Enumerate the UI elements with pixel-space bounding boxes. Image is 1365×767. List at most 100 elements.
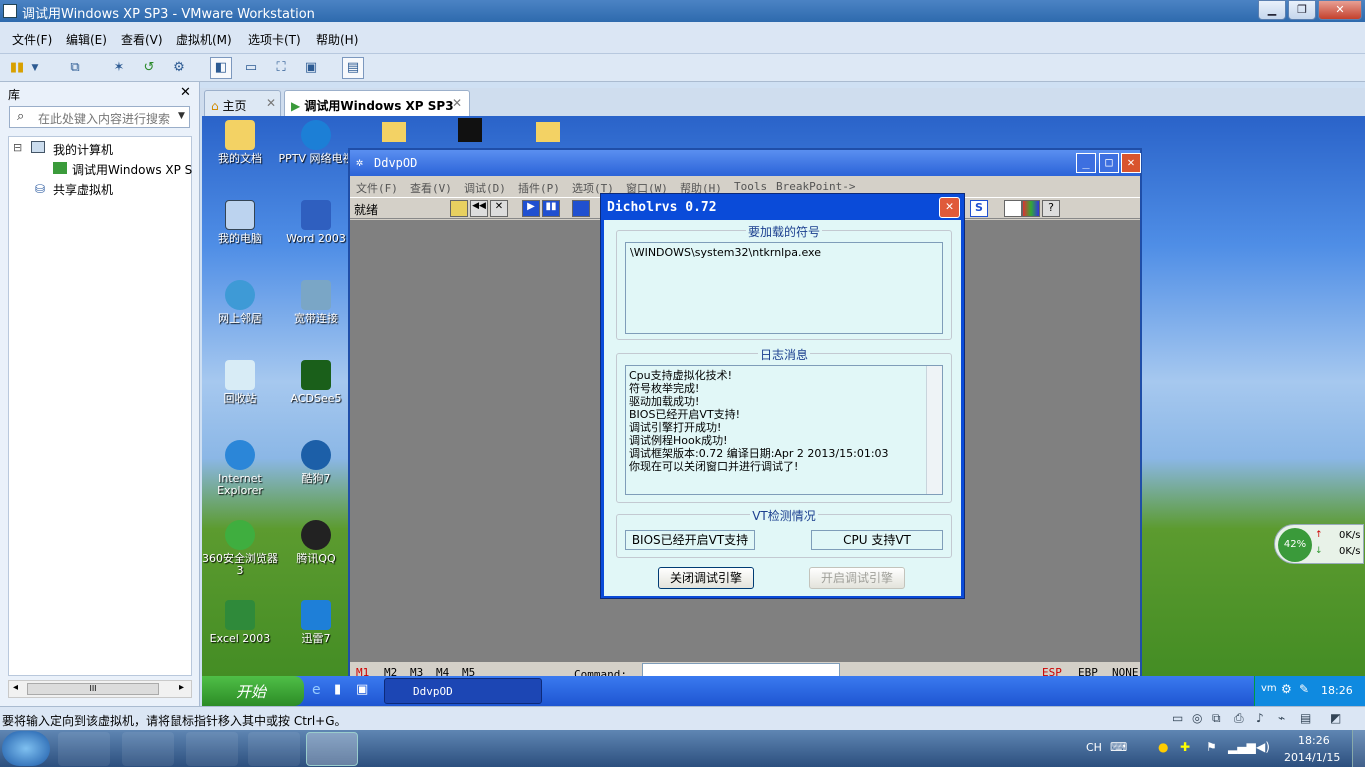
close-engine-button[interactable]: 关闭调试引擎 (658, 567, 754, 589)
menu-view[interactable]: 查看(V) (121, 31, 163, 48)
network-signal-icon[interactable]: ▂▄▆ (1228, 740, 1256, 754)
tray-icon[interactable]: ⚙ (1281, 682, 1292, 696)
folder-icon[interactable] (382, 122, 406, 142)
tab-vm[interactable]: ▶ 调试用Windows XP SP3 ✕ (284, 90, 470, 116)
desktop-icon-my-documents[interactable]: 我的文档 (202, 120, 278, 165)
scroll-left-icon[interactable]: ◂ (13, 682, 18, 693)
debugger-maximize-button[interactable]: □ (1099, 153, 1119, 173)
printer-icon[interactable]: ⎙ (1234, 711, 1244, 726)
taskbar-app-360[interactable] (58, 732, 110, 766)
tab-home[interactable]: ⌂ 主页 ✕ (204, 90, 281, 116)
host-clock-date[interactable]: 2014/1/15 (1284, 751, 1340, 764)
taskbar-app-notepad[interactable] (122, 732, 174, 766)
open-file-icon[interactable] (450, 200, 468, 217)
message-icon[interactable]: ▤ (1300, 711, 1311, 725)
symbols-list[interactable]: \WINDOWS\system32\ntkrnlpa.exe (625, 242, 943, 334)
language-indicator[interactable]: CH (1086, 741, 1102, 754)
desktop-icon-network[interactable]: 网上邻居 (202, 280, 278, 325)
app-shortcut-icon[interactable] (458, 118, 482, 142)
library-search-input[interactable]: ⌕ 在此处键入内容进行搜索 ▼ (9, 106, 190, 128)
tree-vm-item[interactable]: 调试用Windows XP S (72, 161, 192, 178)
colors-icon[interactable] (1022, 200, 1040, 217)
maximize-button[interactable]: ❐ (1288, 0, 1316, 20)
keyboard-icon[interactable]: ⌨ (1110, 740, 1127, 754)
pause-icon[interactable]: ▮▮ (6, 57, 28, 79)
taskbar-app-explorer[interactable] (186, 732, 238, 766)
unity-icon[interactable]: ▣ (300, 57, 322, 79)
vm-console[interactable]: 我的文档 PPTV 网络电视 我的电脑 Word 2003 网上邻居 宽带连接 … (202, 116, 1365, 706)
dialog-close-button[interactable]: ✕ (939, 197, 960, 218)
tray-icon[interactable]: ✎ (1299, 682, 1309, 696)
resize-icon[interactable]: ◩ (1330, 711, 1341, 725)
debugger-menu-breakpoint[interactable]: BreakPoint-> (776, 180, 855, 193)
tree-collapse-icon[interactable]: ⊟ (13, 141, 22, 154)
quicklaunch-icon[interactable]: ▮ (334, 682, 341, 697)
desktop-icon-excel[interactable]: Excel 2003 (202, 600, 278, 645)
open-engine-button[interactable]: 开启调试引擎 (809, 567, 905, 589)
volume-icon[interactable]: ◀) (1256, 740, 1270, 754)
cd-icon[interactable]: ◎ (1192, 711, 1202, 725)
folder-icon[interactable] (536, 122, 560, 142)
tree-my-computer[interactable]: 我的计算机 (53, 141, 113, 158)
desktop-icon-word[interactable]: Word 2003 (278, 200, 354, 245)
scroll-thumb[interactable]: III (27, 683, 159, 695)
taskbar-app-360-browser[interactable] (248, 732, 300, 766)
network-icon[interactable]: ⧉ (64, 57, 86, 79)
help-icon[interactable]: ? (1042, 200, 1060, 217)
tree-shared-vms[interactable]: 共享虚拟机 (53, 181, 113, 198)
chevron-down-icon[interactable]: ▼ (178, 111, 185, 121)
menu-vm[interactable]: 虚拟机(M) (176, 31, 232, 48)
debugger-menu-plugins[interactable]: 插件(P) (518, 180, 560, 196)
debugger-menu-tools[interactable]: Tools (734, 180, 767, 193)
menu-file[interactable]: 文件(F) (12, 31, 52, 48)
show-desktop-icon[interactable]: ▣ (356, 682, 368, 697)
desktop-icon-acdsee[interactable]: ACDSee5 (278, 360, 354, 405)
tab-vm-close-icon[interactable]: ✕ (452, 96, 462, 110)
desktop-icon-broadband[interactable]: 宽带连接 (278, 280, 354, 325)
debugger-close-button[interactable]: ✕ (1121, 153, 1141, 173)
show-desktop-button[interactable] (1352, 730, 1365, 767)
plus-tray-icon[interactable]: ✚ (1180, 740, 1190, 754)
flag-icon[interactable]: ⚑ (1206, 740, 1217, 754)
menu-help[interactable]: 帮助(H) (316, 31, 358, 48)
network-adapter-icon[interactable]: ⧉ (1212, 711, 1221, 726)
library-close-icon[interactable]: ✕ (180, 85, 191, 100)
desktop-icon-xunlei[interactable]: 迅雷7 (278, 600, 354, 645)
hdd-icon[interactable]: ▭ (1172, 711, 1183, 725)
s-window-icon[interactable]: S (970, 200, 988, 217)
console-view-icon[interactable]: ▤ (342, 57, 364, 79)
desktop-icon-internet-explorer[interactable]: Internet Explorer (202, 440, 278, 497)
restart-icon[interactable]: ◀◀ (470, 200, 488, 217)
snapshot-icon[interactable]: ✶ (108, 57, 130, 79)
stop-icon[interactable]: ✕ (490, 200, 508, 217)
host-clock-time[interactable]: 18:26 (1298, 734, 1330, 747)
menu-tabs[interactable]: 选项卡(T) (248, 31, 301, 48)
debugger-menu-file[interactable]: 文件(F) (356, 180, 398, 196)
menu-edit[interactable]: 编辑(E) (66, 31, 107, 48)
tab-home-close-icon[interactable]: ✕ (266, 96, 276, 110)
taskbar-app-vmware[interactable] (306, 732, 358, 766)
start-button[interactable]: 开始 (202, 676, 304, 706)
minimize-button[interactable]: ▁ (1258, 0, 1286, 20)
desktop-icon-pptv[interactable]: PPTV 网络电视 (278, 120, 354, 165)
debugger-menu-debug[interactable]: 调试(D) (464, 180, 506, 196)
sound-icon[interactable]: ♪ (1256, 711, 1264, 725)
vmware-tools-icon[interactable]: vm (1261, 683, 1277, 694)
qq-tray-icon[interactable]: ● (1158, 740, 1168, 754)
usb-icon[interactable]: ⌁ (1278, 711, 1285, 725)
library-horizontal-scrollbar[interactable]: ◂ III ▸ (8, 680, 192, 698)
log-scrollbar[interactable] (926, 366, 942, 494)
log-textarea[interactable]: Cpu支持虚拟化技术! 符号枚举完成! 驱动加载成功! BIOS已经开启VT支持… (625, 365, 943, 495)
desktop-icon-qq[interactable]: 腾讯QQ (278, 520, 354, 565)
revert-snapshot-icon[interactable]: ↺ (138, 57, 160, 79)
desktop-icon-kugou[interactable]: 酷狗7 (278, 440, 354, 485)
desktop-icon-recycle-bin[interactable]: 回收站 (202, 360, 278, 405)
debugger-menu-view[interactable]: 查看(V) (410, 180, 452, 196)
ie-quicklaunch-icon[interactable]: e (312, 682, 321, 698)
list-icon[interactable] (1004, 200, 1022, 217)
show-library-icon[interactable]: ◧ (210, 57, 232, 79)
desktop-icon-360-browser[interactable]: 360安全浏览器 3 (202, 520, 278, 577)
snapshot-manager-icon[interactable]: ⚙ (168, 57, 190, 79)
net-speed-widget[interactable]: 42% ↑ 0K/s ↓ 0K/s (1274, 524, 1364, 564)
dropdown-arrow-icon[interactable]: ▼ (28, 57, 42, 79)
